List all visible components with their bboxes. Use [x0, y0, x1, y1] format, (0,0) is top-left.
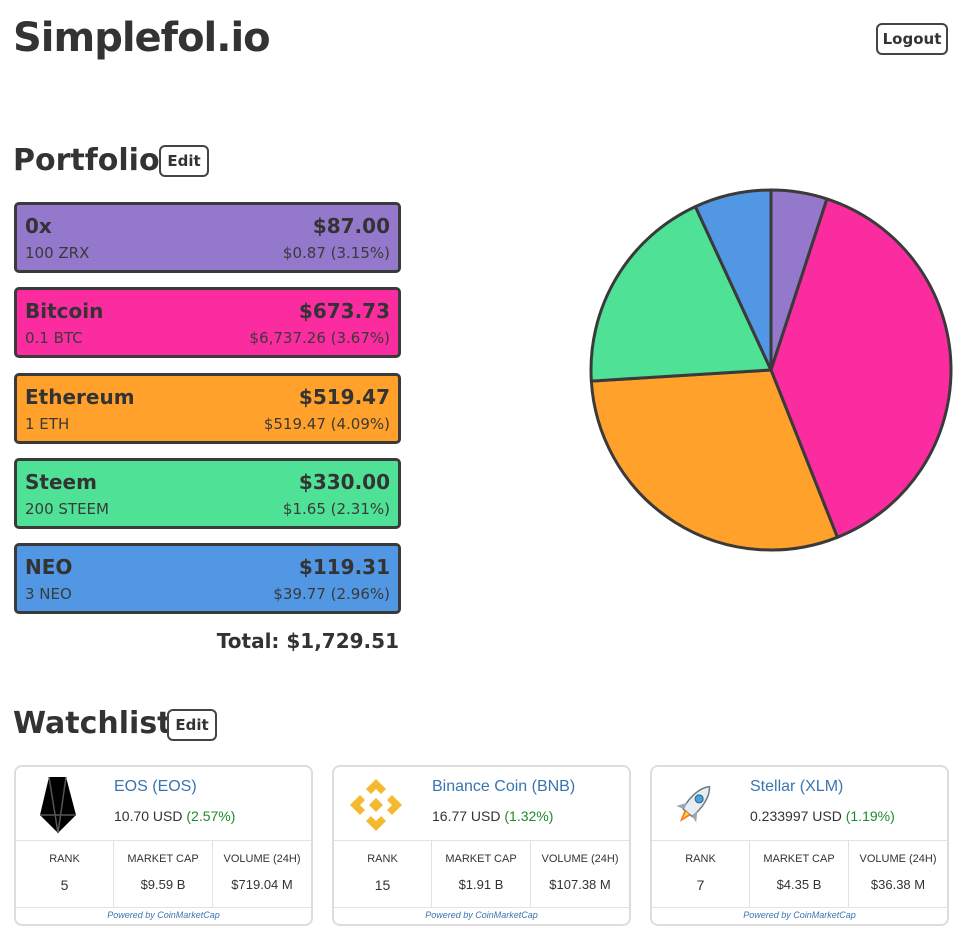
watchlist-edit-button[interactable]: Edit [167, 709, 217, 741]
portfolio-total: Total: $1,729.51 [216, 629, 399, 653]
stat-value: $719.04 M [231, 877, 293, 892]
stat-label: MARKET CAP [445, 853, 517, 865]
stat-label: RANK [685, 853, 716, 865]
rank-stat: RANK 15 [334, 841, 432, 907]
holding-name: Ethereum [25, 385, 135, 409]
stat-value: 5 [60, 877, 69, 893]
watchlist-card-xlm: Stellar (XLM) 0.233997 USD (1.19%) RANK … [650, 765, 949, 926]
holding-card-neo: NEO $119.31 3 NEO $39.77 (2.96%) [14, 543, 401, 614]
stat-label: MARKET CAP [763, 853, 835, 865]
portfolio-heading: Portfolio [13, 143, 160, 178]
coin-price: 16.77 USD (1.32%) [432, 808, 553, 824]
rank-stat: RANK 5 [16, 841, 114, 907]
volume-stat: VOLUME (24H) $107.38 M [531, 841, 629, 907]
stat-label: RANK [49, 853, 80, 865]
eos-logo-icon [40, 776, 76, 834]
holding-value: $519.47 [298, 385, 390, 409]
market-cap-stat: MARKET CAP $4.35 B [750, 841, 849, 907]
holding-card-ethereum: Ethereum $519.47 1 ETH $519.47 (4.09%) [14, 373, 401, 444]
coin-price-change: (1.19%) [845, 808, 895, 824]
watchlist-card-bnb: Binance Coin (BNB) 16.77 USD (1.32%) RAN… [332, 765, 631, 926]
powered-by-link[interactable]: Powered by CoinMarketCap [16, 910, 311, 920]
volume-stat: VOLUME (24H) $36.38 M [849, 841, 947, 907]
holding-name: NEO [25, 555, 73, 579]
holding-value: $87.00 [312, 214, 390, 238]
stat-label: RANK [367, 853, 398, 865]
holding-card-steem: Steem $330.00 200 STEEM $1.65 (2.31%) [14, 458, 401, 529]
coin-stats: RANK 15 MARKET CAP $1.91 B VOLUME (24H) … [334, 840, 629, 908]
coin-stats: RANK 7 MARKET CAP $4.35 B VOLUME (24H) $… [652, 840, 947, 908]
holding-card-0x: 0x $87.00 100 ZRX $0.87 (3.15%) [14, 202, 401, 273]
coin-name-link[interactable]: Binance Coin (BNB) [432, 778, 575, 796]
stat-value: 7 [696, 877, 705, 893]
holding-amount: 1 ETH [25, 415, 70, 433]
holding-price: $6,737.26 (3.67%) [249, 329, 390, 347]
coin-stats: RANK 5 MARKET CAP $9.59 B VOLUME (24H) $… [16, 840, 311, 908]
coin-price-value: 10.70 USD [114, 808, 183, 824]
stat-label: MARKET CAP [127, 853, 199, 865]
coin-price-value: 16.77 USD [432, 808, 501, 824]
coin-name-link[interactable]: EOS (EOS) [114, 778, 197, 796]
coin-price: 0.233997 USD (1.19%) [750, 808, 895, 824]
holding-name: Steem [25, 470, 97, 494]
holding-price: $519.47 (4.09%) [263, 415, 390, 433]
holding-value: $673.73 [298, 299, 390, 323]
holding-price: $1.65 (2.31%) [282, 500, 390, 518]
app-logo-title: Simplefol.io [13, 15, 271, 61]
powered-by-link[interactable]: Powered by CoinMarketCap [652, 910, 947, 920]
coin-name-link[interactable]: Stellar (XLM) [750, 778, 843, 796]
watchlist-card-eos: EOS (EOS) 10.70 USD (2.57%) RANK 5 MARKE… [14, 765, 313, 926]
holding-amount: 100 ZRX [25, 244, 90, 262]
binance-logo-icon [350, 779, 402, 831]
coin-price-value: 0.233997 USD [750, 808, 842, 824]
holding-amount: 3 NEO [25, 585, 72, 603]
stat-value: $1.91 B [458, 877, 504, 892]
stat-value: $107.38 M [549, 877, 611, 892]
coin-price-change: (2.57%) [186, 808, 236, 824]
holding-price: $39.77 (2.96%) [273, 585, 390, 603]
stat-value: $9.59 B [140, 877, 186, 892]
logout-button[interactable]: Logout [876, 23, 948, 55]
holding-price: $0.87 (3.15%) [282, 244, 390, 262]
stat-value: $4.35 B [776, 877, 822, 892]
stat-label: VOLUME (24H) [859, 853, 937, 865]
holding-value: $119.31 [298, 555, 390, 579]
market-cap-stat: MARKET CAP $1.91 B [432, 841, 531, 907]
coin-price: 10.70 USD (2.57%) [114, 808, 235, 824]
market-cap-stat: MARKET CAP $9.59 B [114, 841, 213, 907]
watchlist-heading: Watchlist [13, 706, 172, 741]
holding-amount: 200 STEEM [25, 500, 109, 518]
holding-value: $330.00 [298, 470, 390, 494]
rank-stat: RANK 7 [652, 841, 750, 907]
portfolio-pie-chart [589, 188, 953, 552]
stellar-rocket-icon [676, 785, 711, 823]
holding-amount: 0.1 BTC [25, 329, 83, 347]
stat-label: VOLUME (24H) [541, 853, 619, 865]
holding-card-bitcoin: Bitcoin $673.73 0.1 BTC $6,737.26 (3.67%… [14, 287, 401, 358]
stat-label: VOLUME (24H) [223, 853, 301, 865]
portfolio-edit-button[interactable]: Edit [159, 145, 209, 177]
holding-name: Bitcoin [25, 299, 104, 323]
coin-price-change: (1.32%) [504, 808, 554, 824]
stat-value: $36.38 M [870, 877, 926, 892]
holding-name: 0x [25, 214, 52, 238]
stat-value: 15 [374, 877, 391, 893]
volume-stat: VOLUME (24H) $719.04 M [213, 841, 311, 907]
powered-by-link[interactable]: Powered by CoinMarketCap [334, 910, 629, 920]
